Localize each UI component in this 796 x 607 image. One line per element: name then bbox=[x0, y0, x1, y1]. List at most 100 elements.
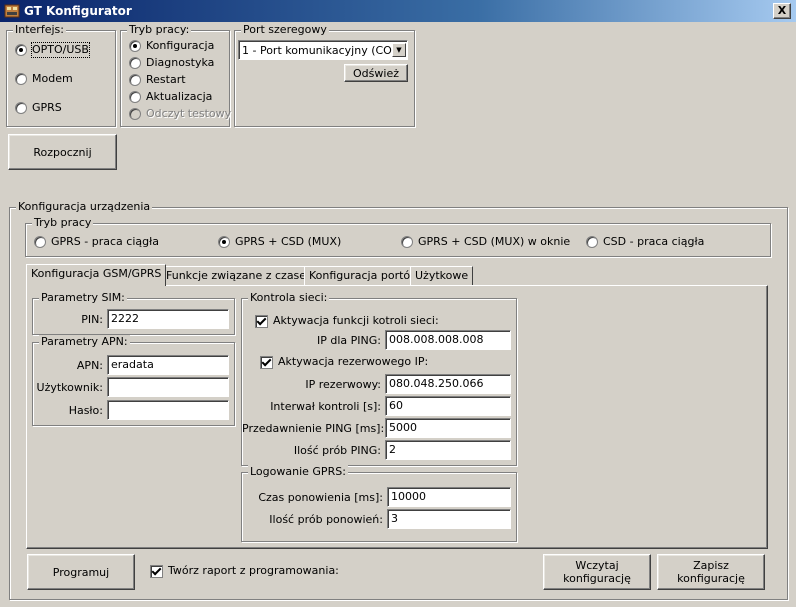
checkbox-label: Twórz raport z programowania: bbox=[168, 564, 339, 577]
radio-label: OPTO/USB bbox=[31, 42, 90, 58]
password-input[interactable] bbox=[107, 400, 229, 420]
radio-opto-usb[interactable]: OPTO/USB bbox=[15, 42, 90, 58]
radio-diagnostyka[interactable]: Diagnostyka bbox=[129, 56, 214, 70]
backup-ip-checkbox[interactable]: Aktywacja rezerwowego IP: bbox=[260, 355, 428, 369]
title-bar: GT Konfigurator X bbox=[0, 0, 796, 22]
retry-count-label: Ilość prób ponowień: bbox=[269, 513, 383, 526]
radio-konfiguracja[interactable]: Konfiguracja bbox=[129, 39, 214, 53]
radio-restart[interactable]: Restart bbox=[129, 73, 186, 87]
radio-gprs[interactable]: GPRS bbox=[15, 101, 62, 115]
gprs-login-group: Logowanie GPRS: Czas ponowienia [ms]: 10… bbox=[241, 465, 517, 542]
radio-dot bbox=[401, 236, 413, 248]
password-label: Hasło: bbox=[68, 404, 103, 417]
pin-input[interactable]: 2222 bbox=[107, 309, 229, 329]
ping-timeout-input[interactable]: 5000 bbox=[385, 418, 511, 438]
radio-label: GPRS bbox=[32, 101, 62, 114]
network-control-group: Kontrola sieci: Aktywacja funkcji kotrol… bbox=[241, 291, 517, 466]
radio-gprs-csd-mux-window[interactable]: GPRS + CSD (MUX) w oknie bbox=[401, 235, 570, 249]
radio-dot bbox=[129, 91, 141, 103]
radio-odczyt-testowy: Odczyt testowy bbox=[129, 107, 231, 121]
checkbox-box bbox=[150, 564, 163, 578]
checkbox-label: Aktywacja funkcji kotroli sieci: bbox=[273, 314, 439, 327]
konfiguracja-title: Konfiguracja urządzenia bbox=[16, 200, 153, 214]
radio-label: Aktualizacja bbox=[146, 90, 213, 103]
radio-dot bbox=[129, 57, 141, 69]
radio-dot bbox=[34, 236, 46, 248]
checkbox-box bbox=[255, 314, 268, 328]
radio-dot bbox=[15, 102, 27, 114]
radio-dot bbox=[129, 40, 141, 52]
tab-utilities[interactable]: Użytkowe bbox=[410, 266, 474, 286]
retry-time-input[interactable]: 10000 bbox=[387, 487, 511, 507]
radio-dot bbox=[129, 108, 141, 120]
device-mode-title: Tryb pracy bbox=[32, 216, 94, 230]
pin-label: PIN: bbox=[81, 313, 103, 326]
interfejs-title: Interfejs: bbox=[13, 23, 66, 37]
com-port-value: 1 - Port komunikacyjny (COM1) bbox=[242, 43, 392, 57]
user-input[interactable] bbox=[107, 377, 229, 397]
device-mode-group: Tryb pracy GPRS - praca ciągła GPRS + CS… bbox=[25, 216, 771, 257]
checkbox-box bbox=[260, 355, 273, 369]
radio-label: Konfiguracja bbox=[146, 39, 215, 52]
radio-label: CSD - praca ciągła bbox=[603, 235, 705, 248]
window-title: GT Konfigurator bbox=[24, 4, 132, 18]
sim-title: Parametry SIM: bbox=[39, 291, 127, 305]
radio-label: GPRS + CSD (MUX) w oknie bbox=[418, 235, 571, 248]
tab-gsm-gprs[interactable]: Konfiguracja GSM/GPRS bbox=[26, 264, 167, 286]
chevron-down-icon[interactable]: ▼ bbox=[392, 43, 406, 57]
radio-label: GPRS + CSD (MUX) bbox=[235, 235, 342, 248]
port-group: Port szeregowy 1 - Port komunikacyjny (C… bbox=[234, 23, 415, 127]
network-control-checkbox[interactable]: Aktywacja funkcji kotroli sieci: bbox=[255, 314, 439, 328]
tab-ports[interactable]: Konfiguracja portów bbox=[304, 266, 425, 286]
refresh-button[interactable]: Odśwież bbox=[344, 64, 408, 82]
gprs-login-title: Logowanie GPRS: bbox=[248, 465, 348, 479]
apn-label: APN: bbox=[76, 359, 103, 372]
tab-time-functions[interactable]: Funkcje związane z czasem bbox=[161, 266, 322, 286]
load-config-button[interactable]: Wczytaj konfigurację bbox=[543, 554, 651, 590]
radio-dot bbox=[586, 236, 598, 248]
interval-input[interactable]: 60 bbox=[385, 396, 511, 416]
ip-ping-label: IP dla PING: bbox=[317, 334, 381, 347]
tryb-pracy-group: Tryb pracy: Konfiguracja Diagnostyka Res… bbox=[120, 23, 231, 127]
ping-tries-label: Ilość prób PING: bbox=[293, 444, 381, 457]
program-button[interactable]: Programuj bbox=[27, 554, 135, 590]
radio-label: GPRS - praca ciągła bbox=[51, 235, 159, 248]
ip-ping-input[interactable]: 008.008.008.008 bbox=[385, 330, 511, 350]
radio-csd-continuous[interactable]: CSD - praca ciągła bbox=[586, 235, 704, 249]
ip-backup-input[interactable]: 080.048.250.066 bbox=[385, 374, 511, 394]
radio-label: Modem bbox=[32, 72, 73, 85]
radio-gprs-continuous[interactable]: GPRS - praca ciągła bbox=[34, 235, 159, 249]
network-control-title: Kontrola sieci: bbox=[248, 291, 330, 305]
tryb-pracy-title: Tryb pracy: bbox=[127, 23, 192, 37]
interfejs-group: Interfejs: OPTO/USB Modem GPRS bbox=[6, 23, 116, 127]
ping-timeout-label: Przedawnienie PING [ms]: bbox=[242, 422, 385, 435]
apn-title: Parametry APN: bbox=[39, 335, 130, 349]
radio-dot bbox=[218, 236, 230, 248]
radio-dot bbox=[15, 44, 27, 56]
start-button[interactable]: Rozpocznij bbox=[8, 134, 117, 170]
interval-label: Interwał kontroli [s]: bbox=[270, 400, 381, 413]
radio-dot bbox=[15, 73, 27, 85]
radio-label: Restart bbox=[146, 73, 186, 86]
radio-label: Diagnostyka bbox=[146, 56, 215, 69]
user-label: Użytkownik: bbox=[36, 381, 103, 394]
report-checkbox[interactable]: Twórz raport z programowania: bbox=[150, 564, 339, 578]
radio-label: Odczyt testowy bbox=[146, 107, 232, 120]
sim-group: Parametry SIM: PIN: 2222 bbox=[32, 291, 235, 335]
checkbox-label: Aktywacja rezerwowego IP: bbox=[278, 355, 429, 368]
retry-time-label: Czas ponowienia [ms]: bbox=[258, 491, 383, 504]
ip-backup-label: IP rezerwowy: bbox=[305, 378, 381, 391]
radio-modem[interactable]: Modem bbox=[15, 72, 73, 86]
ping-tries-input[interactable]: 2 bbox=[385, 440, 511, 460]
close-button[interactable]: X bbox=[773, 3, 791, 19]
radio-gprs-csd-mux[interactable]: GPRS + CSD (MUX) bbox=[218, 235, 341, 249]
port-title: Port szeregowy bbox=[241, 23, 329, 37]
app-icon bbox=[4, 4, 20, 18]
apn-group: Parametry APN: APN: eradata Użytkownik: … bbox=[32, 335, 235, 426]
apn-input[interactable]: eradata bbox=[107, 355, 229, 375]
retry-count-input[interactable]: 3 bbox=[387, 509, 511, 529]
save-config-button[interactable]: Zapisz konfigurację bbox=[657, 554, 765, 590]
radio-aktualizacja[interactable]: Aktualizacja bbox=[129, 90, 212, 104]
radio-dot bbox=[129, 74, 141, 86]
com-port-select[interactable]: 1 - Port komunikacyjny (COM1) ▼ bbox=[238, 40, 408, 60]
